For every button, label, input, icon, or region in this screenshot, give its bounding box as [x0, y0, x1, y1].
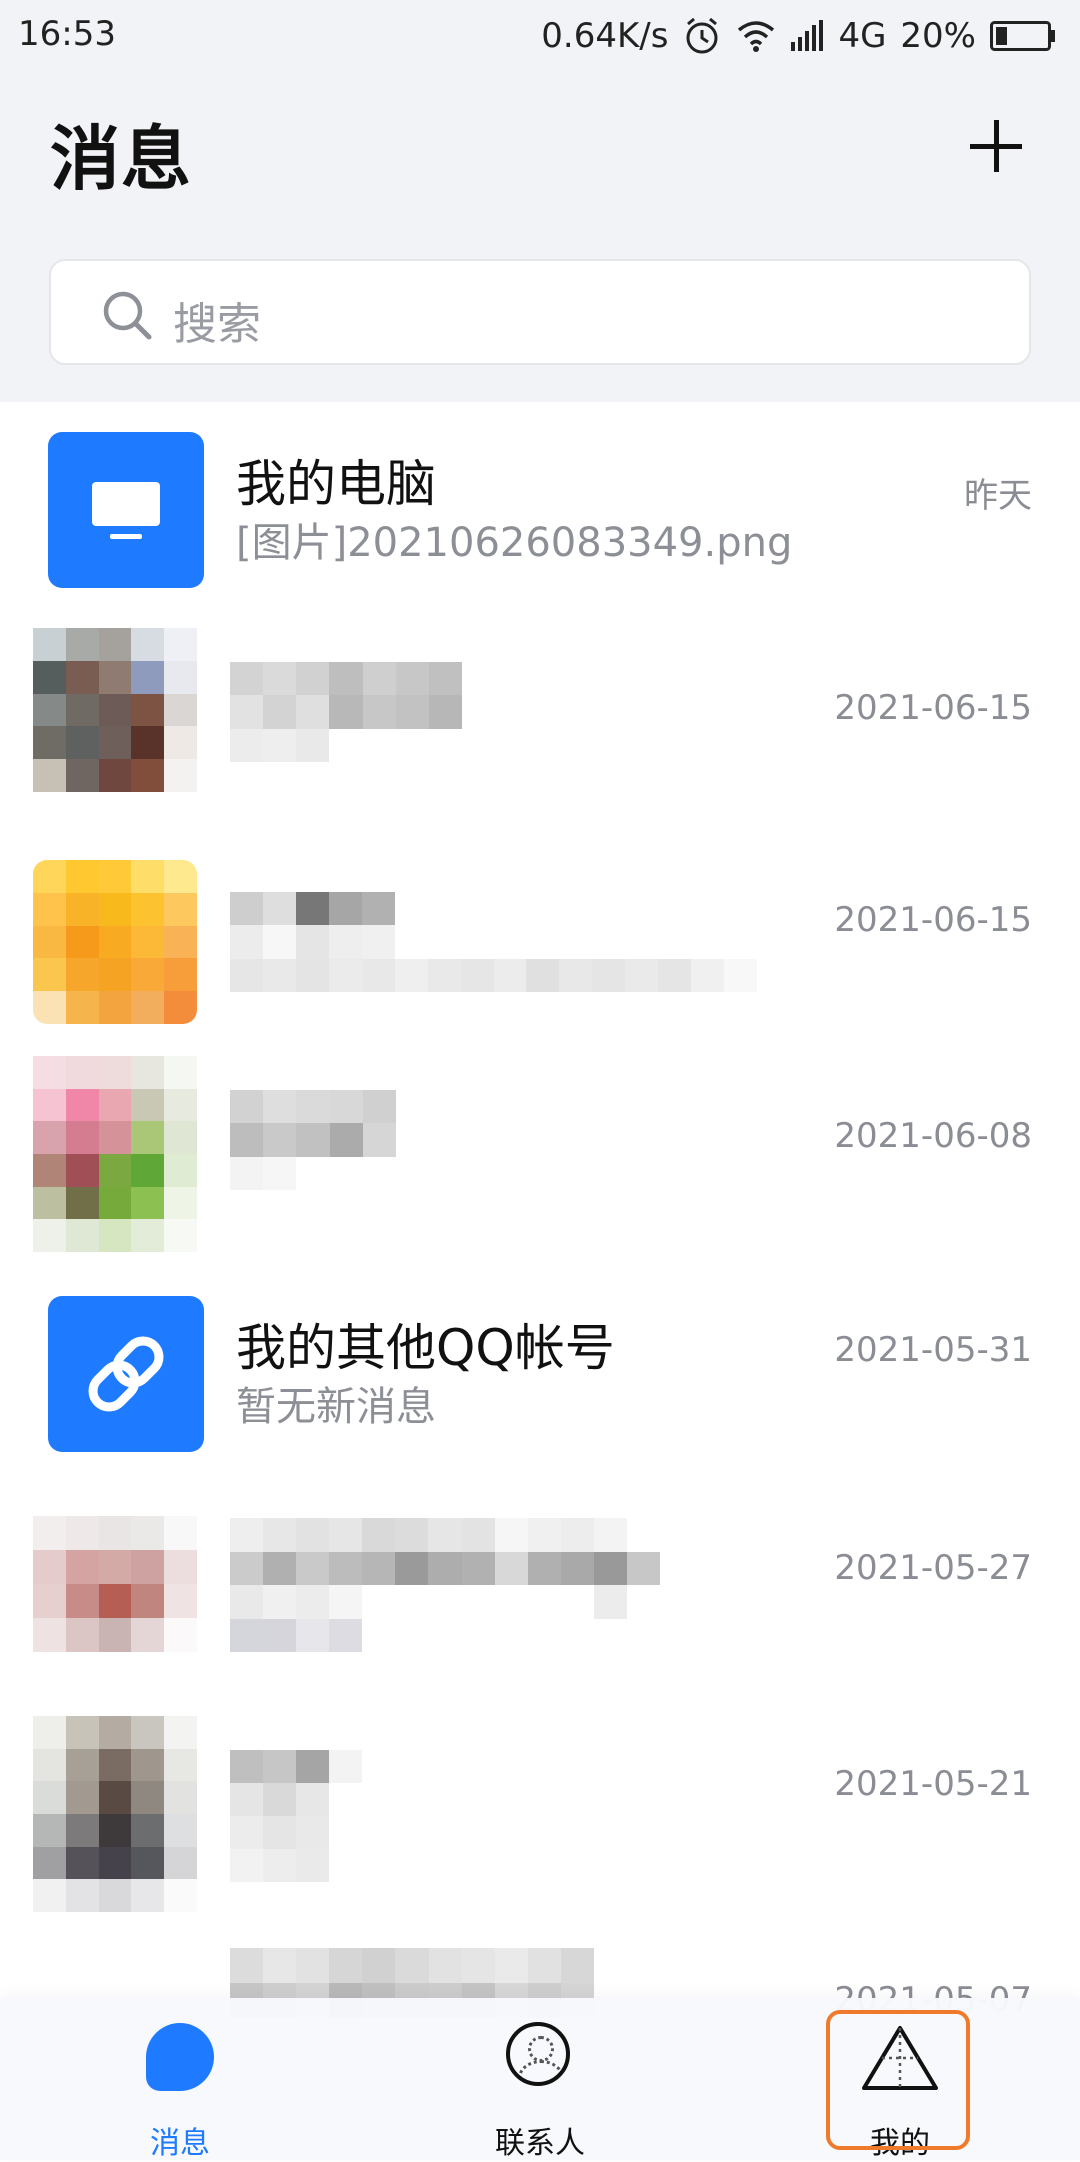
status-icons: 0.64K/s 4G 20% — [541, 12, 1056, 60]
blurred-preview — [230, 662, 462, 762]
conversation-time: 2021-06-15 — [834, 688, 1032, 728]
battery-icon — [990, 21, 1056, 51]
blurred-avatar — [33, 1516, 197, 1652]
conversation-time: 2021-06-08 — [834, 1116, 1032, 1156]
monitor-icon — [48, 432, 204, 588]
conversation-item[interactable]: 2021-06-08 — [0, 1056, 1080, 1272]
blurred-preview — [230, 892, 790, 992]
tab-messages[interactable]: 消息 — [80, 1998, 280, 2161]
search-input[interactable]: 搜索 — [49, 259, 1031, 365]
conversation-item[interactable]: 2021-05-27 — [0, 1488, 1080, 1704]
blurred-avatar — [33, 1056, 197, 1252]
blurred-preview — [230, 1090, 396, 1190]
conversation-title: 我的电脑 — [236, 455, 436, 513]
conversation-item[interactable]: 我的电脑 [图片]20210626083349.png 昨天 — [0, 408, 1080, 624]
network-speed: 0.64K/s — [541, 16, 669, 56]
wifi-icon — [736, 19, 776, 53]
search-placeholder: 搜索 — [173, 299, 261, 350]
status-bar: 16:53 0.64K/s 4G 20% — [0, 0, 1080, 72]
tab-me-highlight — [826, 2010, 970, 2150]
tab-contacts-label: 联系人 — [495, 2126, 585, 2161]
conversation-time: 2021-05-27 — [834, 1548, 1032, 1588]
signal-icon — [790, 20, 824, 52]
blurred-preview — [230, 1750, 362, 1882]
search-icon — [103, 291, 152, 340]
tab-messages-label: 消息 — [150, 2126, 210, 2161]
blurred-preview — [230, 1518, 660, 1652]
conversation-time: 2021-06-15 — [834, 900, 1032, 940]
alarm-icon — [682, 16, 722, 56]
blurred-avatar — [33, 628, 197, 792]
link-icon — [48, 1296, 204, 1452]
network-type: 4G — [838, 16, 887, 56]
conversation-time: 昨天 — [964, 476, 1032, 516]
status-time: 16:53 — [18, 14, 116, 54]
tab-contacts[interactable]: 联系人 — [440, 1998, 640, 2161]
contacts-icon — [506, 2022, 570, 2086]
blurred-avatar — [33, 1716, 197, 1912]
conversation-item[interactable]: 2021-06-15 — [0, 624, 1080, 840]
conversation-item[interactable]: 2021-05-21 — [0, 1704, 1080, 1920]
battery-percent: 20% — [900, 16, 976, 56]
conversation-time: 2021-05-31 — [834, 1330, 1032, 1370]
chat-bubble-icon — [146, 2023, 214, 2091]
conversation-item[interactable]: 2021-06-15 — [0, 840, 1080, 1056]
conversation-item[interactable]: 我的其他QQ帐号 暂无新消息 2021-05-31 — [0, 1272, 1080, 1488]
conversation-time: 2021-05-21 — [834, 1764, 1032, 1804]
blurred-avatar — [33, 860, 197, 1024]
page-title: 消息 — [50, 118, 192, 200]
plus-icon[interactable] — [966, 116, 1026, 176]
conversation-preview: [图片]20210626083349.png — [236, 520, 793, 566]
conversation-preview: 暂无新消息 — [236, 1384, 436, 1430]
conversation-title: 我的其他QQ帐号 — [236, 1319, 615, 1377]
